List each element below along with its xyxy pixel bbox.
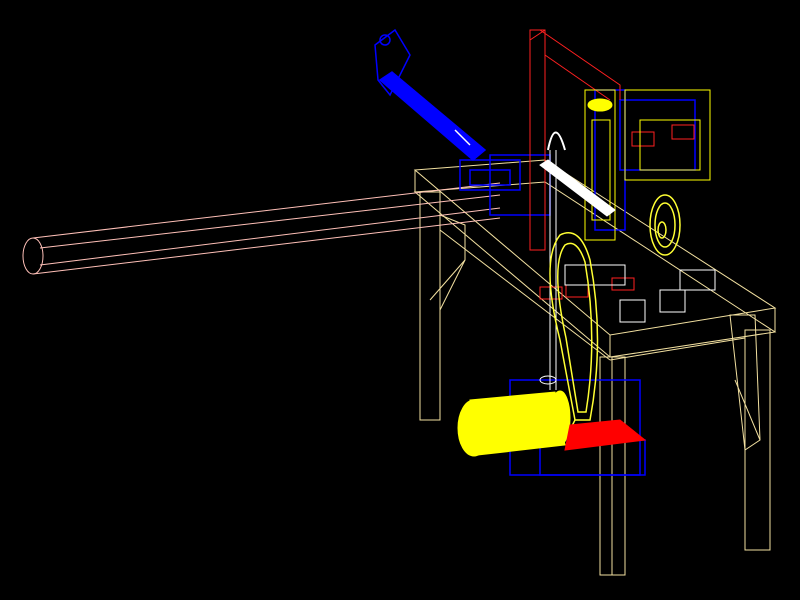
motor[interactable] <box>457 390 571 457</box>
wireframe-scene <box>0 0 800 600</box>
cad-viewport[interactable] <box>0 0 800 600</box>
